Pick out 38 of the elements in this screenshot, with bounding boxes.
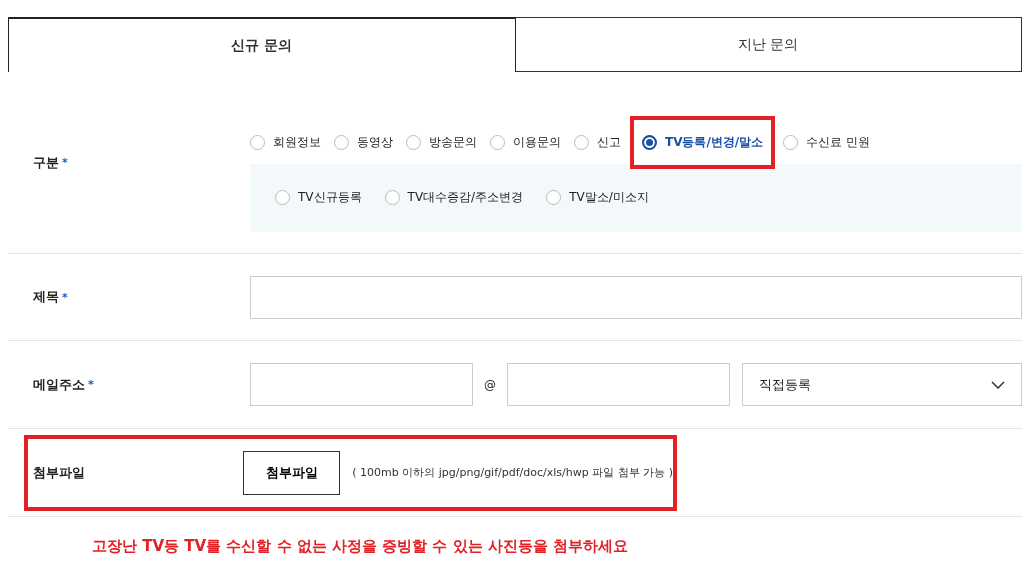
tab[interactable]: 신규 문의 (8, 17, 516, 72)
required-mark: * (62, 290, 68, 304)
radio-icon (642, 135, 657, 150)
required-mark: * (88, 378, 94, 391)
radio-option[interactable]: 수신료 민원 (783, 134, 884, 151)
attachment-hint: ( 100mb 이하의 jpg/png/gif/pdf/doc/xls/hwp 파일 첨부 가능 ) (352, 465, 673, 480)
radio-option[interactable]: 방송문의 (406, 134, 490, 151)
radio-option[interactable]: 신고 (574, 134, 634, 151)
field-label: 구분 (33, 153, 59, 172)
radio-option[interactable]: 이용문의 (490, 134, 574, 151)
required-mark: * (62, 156, 68, 169)
radio-icon (334, 135, 349, 150)
radio-option[interactable]: 동영상 (334, 134, 406, 151)
radio-icon (275, 190, 290, 205)
field-label: 첨부파일 (33, 464, 85, 480)
field-label: 메일주소 (33, 375, 85, 394)
radio-icon (546, 190, 562, 205)
chevron-down-icon (991, 380, 1005, 389)
notice-text: 고장난 TV등 TV를 수신할 수 없는 사정을 증빙할 수 있는 사진등을 첨부하세요 (92, 537, 629, 555)
radio-option[interactable]: TV등록/변경/말소 (634, 120, 772, 165)
radio-icon (574, 135, 589, 150)
domain-dropdown[interactable]: 직접등록 (742, 363, 1022, 406)
radio-icon (406, 135, 421, 150)
radio-option[interactable]: TV말소/미소지 (546, 189, 662, 206)
field-label: 제목 (33, 288, 59, 306)
radio-option[interactable]: TV대수증감/주소변경 (384, 189, 537, 206)
tab[interactable]: 지난 문의 (515, 17, 1022, 72)
radio-icon (783, 135, 799, 150)
radio-icon (250, 135, 265, 150)
radio-icon (384, 190, 400, 205)
radio-option[interactable]: TV신규등록 (275, 189, 375, 206)
attach-file-button[interactable]: 첨부파일 (243, 450, 341, 495)
radio-icon (490, 135, 505, 150)
radio-option[interactable]: 회원정보 (250, 134, 334, 151)
email-domain-input-field[interactable] (507, 363, 730, 406)
at-sign: @ (483, 377, 497, 392)
subject-input-field[interactable] (250, 275, 1022, 319)
email-id-input-field[interactable] (250, 363, 473, 406)
